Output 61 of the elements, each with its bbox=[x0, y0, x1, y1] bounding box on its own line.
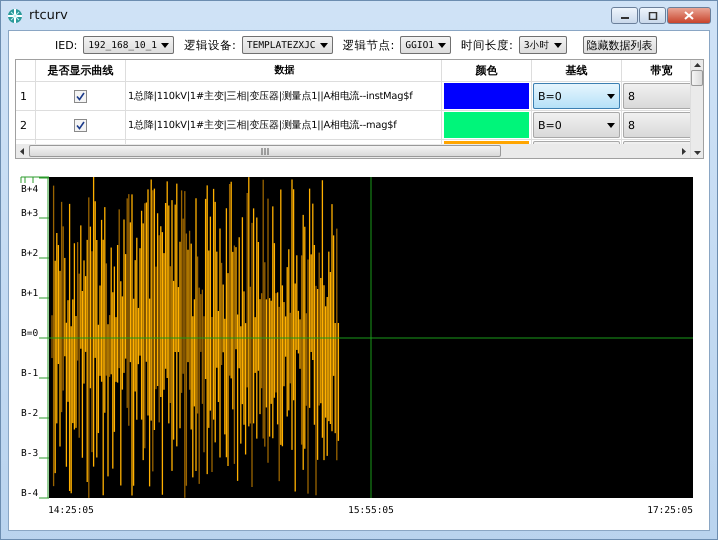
axis-label: B+2 bbox=[21, 248, 38, 259]
color-swatch[interactable] bbox=[444, 83, 529, 109]
close-icon bbox=[684, 11, 694, 20]
axis-label: B-1 bbox=[21, 368, 38, 379]
caret-icon bbox=[438, 42, 446, 48]
vertical-scrollbar[interactable] bbox=[690, 60, 703, 158]
caret-icon bbox=[607, 94, 615, 98]
checkbox[interactable] bbox=[74, 118, 87, 132]
scroll-down-icon bbox=[694, 151, 700, 155]
checkbox[interactable] bbox=[74, 90, 87, 102]
axis-label: B=0 bbox=[21, 328, 38, 339]
scroll-left-icon bbox=[20, 148, 24, 154]
color-swatch[interactable] bbox=[444, 112, 529, 138]
field-label: 逻辑节点: bbox=[342, 38, 394, 52]
table-cell: 1总降|110kV|1#主变|三相|变压器|测量点1||A相电流--instMag$f bbox=[128, 90, 412, 102]
column-header[interactable]: 是否显示曲线 bbox=[36, 60, 126, 81]
field-label: 逻辑设备: bbox=[184, 38, 236, 52]
maximize-icon bbox=[648, 12, 658, 20]
axis-label: B-4 bbox=[21, 488, 38, 499]
baseline-dropdown[interactable]: B=0 bbox=[533, 83, 620, 109]
checkmark-icon bbox=[76, 92, 85, 100]
time-label: 15:55:05 bbox=[348, 505, 394, 516]
field-label: IED: bbox=[55, 38, 78, 52]
scroll-right-icon bbox=[682, 148, 686, 154]
field-label: 时间长度: bbox=[461, 38, 513, 52]
row-number: 2 bbox=[20, 118, 27, 132]
hide-list-button[interactable]: 隐藏数据列表 bbox=[582, 36, 657, 54]
dropdown[interactable]: TEMPLATEZXJC bbox=[242, 36, 333, 54]
caret-icon bbox=[607, 122, 615, 128]
scrollbar-thumb[interactable] bbox=[29, 145, 501, 157]
axis-label: B-2 bbox=[21, 408, 38, 419]
scroll-up-icon bbox=[694, 63, 700, 67]
time-label: 17:25:05 bbox=[647, 505, 693, 516]
column-header[interactable]: 数据 bbox=[126, 60, 442, 81]
bandwidth-field[interactable]: 8 bbox=[623, 83, 690, 109]
dropdown[interactable]: 3小时 bbox=[518, 36, 567, 54]
column-header[interactable]: 颜色 bbox=[442, 60, 532, 81]
horizontal-scrollbar[interactable] bbox=[16, 144, 690, 158]
baseline-dropdown[interactable]: B=0 bbox=[533, 112, 620, 138]
bandwidth-field[interactable]: 8 bbox=[623, 112, 690, 138]
caret-icon bbox=[320, 42, 328, 48]
axis-label: B+1 bbox=[21, 288, 38, 299]
table-cell: 1总降|110kV|1#主变|三相|变压器|测量点1||A相电流--mag$f bbox=[128, 118, 397, 132]
axis-label: B-3 bbox=[21, 448, 38, 459]
app-icon bbox=[7, 8, 23, 24]
dropdown[interactable]: 192_168_10_1 bbox=[83, 36, 174, 54]
time-label: 14:25:05 bbox=[48, 505, 94, 516]
axis-label: B+3 bbox=[21, 208, 38, 219]
row-number: 1 bbox=[20, 90, 27, 102]
column-header[interactable]: 基线 bbox=[532, 60, 622, 81]
scrollbar-thumb[interactable] bbox=[691, 70, 703, 86]
checkmark-icon bbox=[76, 120, 85, 130]
caret-icon bbox=[554, 42, 562, 48]
grip-icon bbox=[261, 148, 269, 154]
maximize-button[interactable] bbox=[639, 7, 666, 24]
caret-icon bbox=[161, 42, 170, 48]
close-button[interactable] bbox=[667, 7, 711, 24]
dropdown[interactable]: GGIO1 bbox=[400, 36, 452, 54]
minimize-button[interactable] bbox=[611, 7, 638, 24]
axis-label: B+4 bbox=[21, 184, 38, 195]
window-title: rtcurv bbox=[29, 8, 68, 23]
